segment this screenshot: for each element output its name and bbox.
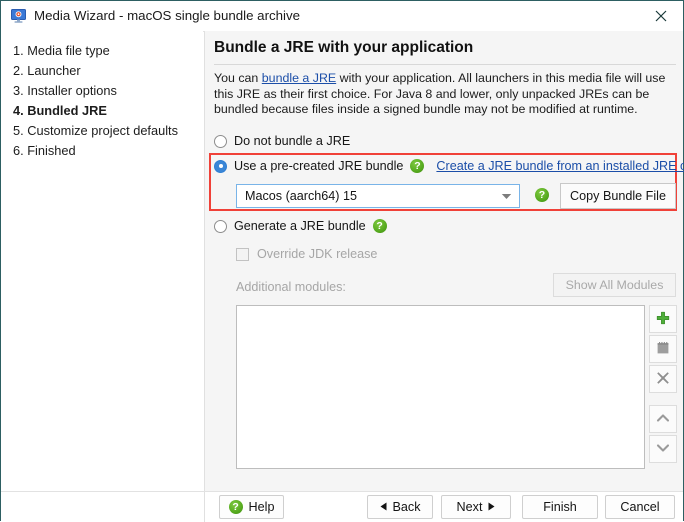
help-icon-generate[interactable]: ? bbox=[372, 219, 387, 233]
option-generate[interactable]: Generate a JRE bundle ? bbox=[214, 219, 387, 233]
override-jdk-release-checkbox bbox=[236, 247, 249, 261]
bundled-jre-panel: Bundle a JRE with your application You c… bbox=[204, 31, 684, 491]
override-jdk-release-label: Override JDK release bbox=[257, 247, 378, 261]
cross-icon bbox=[656, 371, 670, 388]
triangle-left-icon bbox=[380, 502, 387, 513]
radio-generate[interactable] bbox=[214, 219, 227, 233]
add-module-button[interactable] bbox=[649, 305, 677, 333]
create-jre-bundle-link[interactable]: Create a JRE bundle from an installed JR… bbox=[436, 159, 684, 173]
sidebar-item-media-file-type[interactable]: 1. Media file type bbox=[13, 41, 203, 61]
triangle-right-icon bbox=[488, 502, 495, 513]
modules-tool-buttons bbox=[649, 305, 677, 465]
help-button[interactable]: ? Help bbox=[219, 495, 284, 519]
override-jdk-release-checkbox-row: Override JDK release bbox=[236, 247, 377, 261]
plus-icon bbox=[656, 311, 670, 328]
cancel-button[interactable]: Cancel bbox=[605, 495, 675, 519]
sidebar-item-installer-options[interactable]: 3. Installer options bbox=[13, 81, 203, 101]
heading-divider bbox=[214, 64, 676, 65]
option-generate-label: Generate a JRE bundle bbox=[234, 219, 366, 233]
next-button-label: Next bbox=[456, 500, 483, 514]
show-all-modules-button: Show All Modules bbox=[553, 273, 676, 297]
bundle-a-jre-link[interactable]: bundle a JRE bbox=[262, 71, 336, 85]
move-up-button[interactable] bbox=[649, 405, 677, 433]
remove-module-button[interactable] bbox=[649, 365, 677, 393]
jre-bundle-selected-value: Macos (aarch64) 15 bbox=[245, 189, 357, 203]
back-button-label: Back bbox=[392, 500, 421, 514]
close-icon[interactable] bbox=[639, 1, 683, 30]
edit-module-button[interactable] bbox=[649, 335, 677, 363]
window-title: Media Wizard - macOS single bundle archi… bbox=[34, 8, 301, 23]
help-icon: ? bbox=[228, 500, 243, 514]
help-button-label: Help bbox=[248, 500, 275, 514]
wizard-steps-sidebar: 1. Media file type 2. Launcher 3. Instal… bbox=[1, 31, 203, 491]
show-all-modules-label: Show All Modules bbox=[565, 278, 664, 292]
help-icon-bundle-select[interactable]: ? bbox=[535, 188, 549, 202]
media-wizard-window: Media Wizard - macOS single bundle archi… bbox=[0, 0, 684, 522]
back-button[interactable]: Back bbox=[367, 495, 433, 519]
radio-do-not-bundle[interactable] bbox=[214, 134, 227, 148]
page-title: Bundle a JRE with your application bbox=[214, 39, 474, 56]
copy-bundle-file-label: Copy Bundle File bbox=[570, 189, 666, 203]
title-bar: Media Wizard - macOS single bundle archi… bbox=[1, 1, 683, 32]
option-do-not-bundle-label: Do not bundle a JRE bbox=[234, 134, 351, 148]
chevron-down-icon bbox=[656, 442, 670, 456]
option-use-precreated[interactable]: Use a pre-created JRE bundle ? Create a … bbox=[214, 159, 684, 173]
radio-use-precreated[interactable] bbox=[214, 159, 227, 173]
footer-divider bbox=[204, 492, 205, 522]
additional-modules-label: Additional modules: bbox=[236, 280, 346, 294]
chevron-up-icon bbox=[656, 412, 670, 426]
sidebar-item-launcher[interactable]: 2. Launcher bbox=[13, 61, 203, 81]
panel-description: You can bundle a JRE with your applicati… bbox=[214, 71, 678, 118]
finish-button[interactable]: Finish bbox=[522, 495, 598, 519]
notepad-icon bbox=[656, 341, 670, 358]
monitor-icon bbox=[11, 9, 26, 23]
next-button[interactable]: Next bbox=[441, 495, 511, 519]
chevron-down-icon[interactable] bbox=[493, 185, 519, 207]
cancel-button-label: Cancel bbox=[620, 500, 660, 514]
copy-bundle-file-button[interactable]: Copy Bundle File bbox=[560, 183, 676, 209]
move-down-button[interactable] bbox=[649, 435, 677, 463]
description-pre: You can bbox=[214, 71, 262, 85]
jre-bundle-select[interactable]: Macos (aarch64) 15 bbox=[236, 184, 520, 208]
footer-bar: ? Help Back Next Finish Cancel bbox=[1, 491, 683, 522]
sidebar-item-finished[interactable]: 6. Finished bbox=[13, 141, 203, 161]
option-do-not-bundle[interactable]: Do not bundle a JRE bbox=[214, 134, 350, 148]
additional-modules-list[interactable] bbox=[236, 305, 645, 469]
sidebar-item-customize-project-defaults[interactable]: 5. Customize project defaults bbox=[13, 121, 203, 141]
help-icon-precreated[interactable]: ? bbox=[410, 159, 425, 173]
option-use-precreated-label: Use a pre-created JRE bundle bbox=[234, 159, 404, 173]
sidebar-item-bundled-jre[interactable]: 4. Bundled JRE bbox=[13, 101, 203, 121]
steps-list: 1. Media file type 2. Launcher 3. Instal… bbox=[13, 41, 203, 161]
finish-button-label: Finish bbox=[543, 500, 577, 514]
